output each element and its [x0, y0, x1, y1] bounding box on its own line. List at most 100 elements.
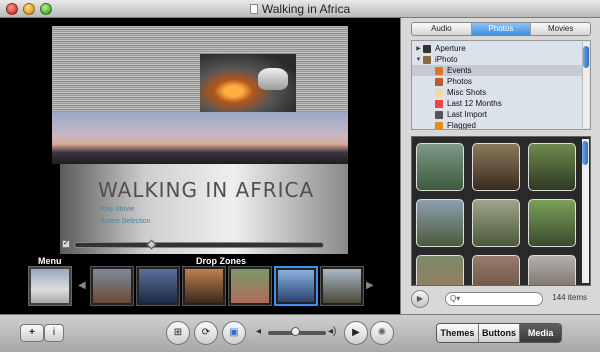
scene-selection-link[interactable]: Scene Selection: [100, 218, 151, 225]
disclosure-open-icon[interactable]: ▼: [414, 57, 423, 63]
import-icon: [435, 110, 443, 119]
window-title: Walking in Africa: [261, 2, 351, 16]
photo-thumbnail[interactable]: [416, 143, 464, 191]
photo-thumbnail[interactable]: [416, 199, 464, 247]
motion-checkbox[interactable]: ✓: [62, 240, 70, 248]
add-icon: +: [29, 327, 35, 338]
source-item-label: Aperture: [435, 44, 466, 53]
title-bar: Walking in Africa: [0, 0, 600, 18]
photo-search-input[interactable]: Q▾: [445, 292, 543, 306]
volume-low-icon: ◂: [256, 326, 262, 337]
source-item-last-import[interactable]: Last Import: [412, 109, 582, 120]
media-browser: Audio Photos Movies ▶ Aperture ▼ iPhoto Even…: [400, 18, 600, 314]
photo-thumbnail[interactable]: [528, 199, 576, 247]
drop-zone-evening[interactable]: [136, 266, 180, 306]
map-icon: ⊞: [173, 327, 183, 338]
menu-thumbnail-image: [31, 269, 69, 303]
photo-thumbnail[interactable]: [528, 143, 576, 191]
item-count-unit: items: [567, 293, 587, 302]
source-item-last-12-months[interactable]: Last 12 Months: [412, 98, 582, 109]
play-icon: ▶: [352, 327, 360, 338]
source-list-scrollbar[interactable]: [582, 42, 589, 128]
drop-zone-image: [278, 270, 314, 302]
item-count-value: 144: [552, 293, 566, 302]
drop-zone-sky[interactable]: [274, 266, 318, 306]
tab-media[interactable]: Media: [520, 324, 561, 342]
aperture-burn-icon: ✺: [377, 327, 387, 338]
tab-themes[interactable]: Themes: [437, 324, 479, 342]
drop-zone-image: [93, 269, 131, 303]
source-list-scroll-thumb[interactable]: [583, 46, 589, 68]
segment-audio[interactable]: Audio: [412, 23, 472, 35]
source-item-aperture[interactable]: ▶ Aperture: [412, 43, 582, 54]
play-button[interactable]: ▶: [344, 321, 368, 345]
source-item-events[interactable]: Events: [412, 65, 582, 76]
preview-play-button[interactable]: ▶: [411, 290, 429, 308]
volume-high-icon: ◂): [328, 326, 337, 337]
photo-source-list: ▶ Aperture ▼ iPhoto Events Photos Misc Shots La…: [411, 40, 591, 130]
menu-thumbnail[interactable]: [28, 266, 72, 306]
drop-zone-people[interactable]: [228, 266, 272, 306]
volume-slider-thumb[interactable]: [291, 327, 300, 336]
tab-buttons[interactable]: Buttons: [478, 324, 521, 342]
drop-zone-image: [323, 269, 361, 303]
scrubber-track[interactable]: [74, 242, 324, 248]
map-button[interactable]: ⊞: [166, 321, 190, 345]
motion-loop-button[interactable]: ⟳: [194, 321, 218, 345]
drop-zone-image: [185, 269, 223, 303]
menu-title: WALKING IN AFRICA: [98, 178, 315, 202]
photo-thumbnail[interactable]: [472, 255, 520, 285]
drop-zones-label: Drop Zones: [196, 256, 247, 266]
document-icon: [249, 4, 258, 14]
browser-bottom-bar: ▶ Q▾ 144 items: [411, 290, 591, 308]
drop-zone-image: [231, 269, 269, 303]
preview-sunset-image: [52, 112, 348, 164]
media-type-segmented-control: Audio Photos Movies: [411, 22, 591, 36]
item-count: 144 items: [552, 293, 587, 302]
photo-thumbnail[interactable]: [416, 255, 464, 285]
calendar-icon: [435, 99, 443, 108]
photo-thumbnail[interactable]: [528, 255, 576, 285]
photo-thumbnail[interactable]: [472, 199, 520, 247]
source-item-label: Last 12 Months: [447, 99, 502, 108]
window-title-wrap: Walking in Africa: [0, 2, 600, 16]
drop-zone-hut[interactable]: [90, 266, 134, 306]
drop-zones-prev-arrow-icon[interactable]: ◀: [78, 280, 86, 291]
source-item-label: Flagged: [447, 121, 476, 130]
flag-icon: [435, 121, 443, 129]
source-item-flagged[interactable]: Flagged: [412, 120, 582, 130]
loop-icon: ⟳: [201, 327, 211, 338]
source-item-label: Events: [447, 66, 472, 75]
menu-stage: WALKING IN AFRICA Play Movie Scene Selec…: [0, 18, 400, 314]
iphoto-icon: [423, 55, 431, 64]
info-icon: i: [52, 327, 56, 338]
source-item-label: Photos: [447, 77, 472, 86]
drop-zones-next-arrow-icon[interactable]: ▶: [366, 280, 374, 291]
source-item-iphoto[interactable]: ▼ iPhoto: [412, 54, 582, 65]
source-item-label: Misc Shots: [447, 88, 487, 97]
photo-thumbnail[interactable]: [472, 143, 520, 191]
play-movie-link[interactable]: Play Movie: [100, 206, 134, 213]
drop-zone-campfire[interactable]: [182, 266, 226, 306]
menu-label: Menu: [38, 256, 62, 266]
photo-grid-scroll-thumb[interactable]: [582, 141, 588, 165]
menu-preview[interactable]: WALKING IN AFRICA Play Movie Scene Selec…: [52, 26, 348, 254]
motion-scrubber: ✓: [62, 239, 324, 250]
events-icon: [435, 66, 443, 75]
info-button[interactable]: i: [44, 324, 64, 342]
photos-icon: [435, 77, 443, 86]
drop-zone-image: [139, 269, 177, 303]
drop-zone-landscape[interactable]: [320, 266, 364, 306]
pane-tabs: Themes Buttons Media: [436, 323, 562, 343]
add-button[interactable]: +: [20, 324, 44, 342]
photo-grid-scrollbar[interactable]: [582, 139, 589, 283]
source-item-label: Last Import: [447, 110, 488, 119]
preview-kettle-image: [200, 54, 296, 116]
burn-button[interactable]: ▣: [222, 321, 246, 345]
source-item-misc-shots[interactable]: Misc Shots: [412, 87, 582, 98]
segment-photos[interactable]: Photos: [471, 23, 532, 35]
source-item-photos[interactable]: Photos: [412, 76, 582, 87]
disclosure-closed-icon[interactable]: ▶: [414, 45, 423, 52]
segment-movies[interactable]: Movies: [531, 23, 590, 35]
burn-disc-button[interactable]: ✺: [370, 321, 394, 345]
